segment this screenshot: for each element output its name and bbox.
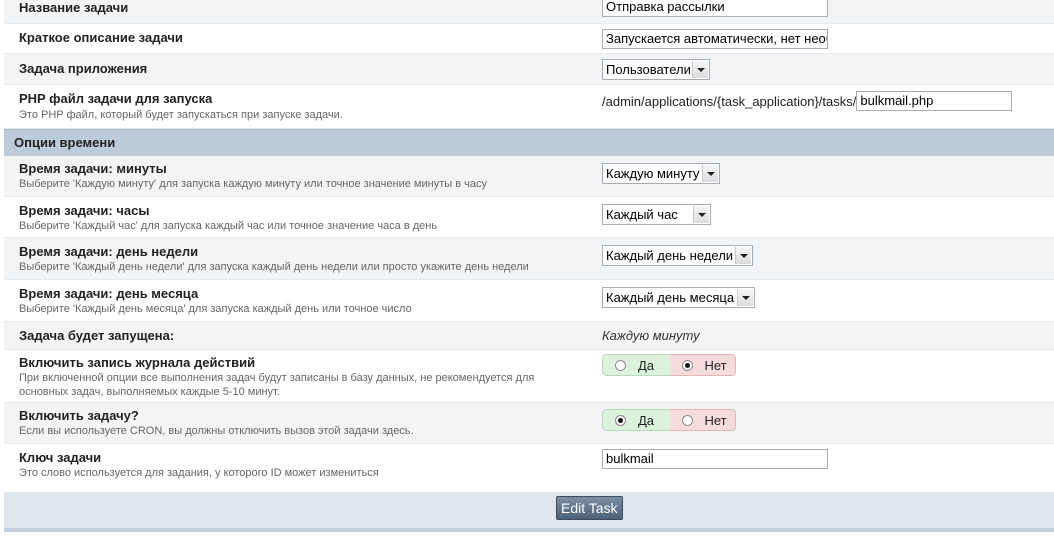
- log-toggle: Да Нет: [602, 354, 736, 376]
- minutes-selected: Каждую минуту: [606, 166, 700, 181]
- will-run-value: Каждую минуту: [602, 328, 700, 343]
- key-label: Ключ задачи: [19, 450, 102, 465]
- task-title-label: Название задачи: [19, 0, 129, 15]
- section-time-options: Опции времени: [4, 129, 1054, 156]
- row-minutes: Время задачи: минуты Выберите 'Каждую ми…: [4, 156, 1054, 197]
- task-title-input[interactable]: Отправка рассылки: [602, 0, 828, 17]
- row-weekday: Время задачи: день недели Выберите 'Кажд…: [4, 238, 1054, 280]
- log-desc-line2: основных задач, выполняемых каждые 5-10 …: [19, 386, 280, 398]
- row-log: Включить запись журнала действий При вкл…: [4, 350, 1054, 403]
- monthday-desc: Выберите 'Каждый день месяца' для запуск…: [19, 303, 412, 315]
- task-desc-input[interactable]: Запускается автоматически, нет необ: [602, 29, 828, 49]
- weekday-desc: Выберите 'Каждый день недели' для запуск…: [19, 261, 529, 273]
- enable-label: Включить задачу?: [19, 408, 139, 423]
- log-no-radio[interactable]: [681, 359, 693, 371]
- task-file-desc: Это PHP файл, который будет запускаться …: [19, 109, 343, 121]
- monthday-select[interactable]: Каждый день месяца: [602, 287, 755, 308]
- log-yes-option[interactable]: Да: [602, 354, 670, 376]
- row-task-title: Название задачи Отправка рассылки: [4, 0, 1054, 24]
- key-desc: Это слово используется для задания, у ко…: [19, 467, 379, 479]
- hours-label: Время задачи: часы: [19, 203, 150, 218]
- minutes-select[interactable]: Каждую минуту: [602, 163, 720, 184]
- hours-select[interactable]: Каждый час: [602, 204, 711, 225]
- chevron-down-icon: [693, 206, 709, 223]
- row-task-app: Задача приложения Пользователи: [4, 54, 1054, 85]
- row-will-run: Задача будет запущена: Каждую минуту: [4, 322, 1054, 350]
- chevron-down-icon: [735, 247, 751, 264]
- monthday-label: Время задачи: день месяца: [19, 286, 199, 301]
- chevron-down-icon: [692, 61, 708, 78]
- row-task-file: PHP файл задачи для запуска Это PHP файл…: [4, 85, 1054, 129]
- weekday-selected: Каждый день недели: [606, 248, 734, 263]
- task-app-selected: Пользователи: [606, 62, 691, 77]
- will-run-label: Задача будет запущена:: [19, 328, 175, 343]
- chevron-down-icon: [737, 289, 753, 306]
- task-file-prefix: /admin/applications/{task_application}/t…: [602, 93, 857, 109]
- enable-no-label: Нет: [704, 412, 727, 428]
- form-footer: Edit Task: [4, 492, 1054, 532]
- enable-yes-label: Да: [638, 412, 655, 428]
- task-app-label: Задача приложения: [19, 61, 148, 76]
- enable-toggle: Да Нет: [602, 409, 736, 431]
- chevron-down-icon: [702, 165, 718, 182]
- minutes-desc: Выберите 'Каждую минуту' для запуска каж…: [19, 178, 487, 190]
- log-yes-label: Да: [638, 357, 655, 373]
- log-no-label: Нет: [704, 357, 727, 373]
- task-file-input[interactable]: bulkmail.php: [856, 91, 1013, 111]
- hours-selected: Каждый час: [606, 207, 678, 222]
- log-yes-radio[interactable]: [615, 359, 626, 371]
- enable-yes-option[interactable]: Да: [602, 409, 670, 431]
- weekday-select[interactable]: Каждый день недели: [602, 245, 753, 266]
- row-monthday: Время задачи: день месяца Выберите 'Кажд…: [4, 280, 1054, 322]
- task-file-label: PHP файл задачи для запуска: [19, 91, 213, 106]
- weekday-label: Время задачи: день недели: [19, 244, 199, 259]
- row-key: Ключ задачи Это слово используется для з…: [4, 444, 1054, 487]
- key-input[interactable]: bulkmail: [602, 449, 828, 469]
- hours-desc: Выберите 'Каждый час' для запуска каждый…: [19, 220, 438, 232]
- enable-no-radio[interactable]: [681, 414, 693, 426]
- row-hours: Время задачи: часы Выберите 'Каждый час'…: [4, 197, 1054, 238]
- log-no-option[interactable]: Нет: [669, 354, 736, 376]
- task-edit-page: Название задачи Отправка рассылки Кратко…: [0, 0, 1054, 540]
- task-form: Название задачи Отправка рассылки Кратко…: [4, 0, 1054, 487]
- enable-yes-radio[interactable]: [615, 414, 626, 426]
- monthday-selected: Каждый день месяца: [606, 290, 735, 305]
- task-desc-label: Краткое описание задачи: [19, 30, 183, 45]
- task-file-control: /admin/applications/{task_application}/t…: [602, 91, 1013, 111]
- section-time-title: Опции времени: [14, 135, 116, 150]
- log-label: Включить запись журнала действий: [19, 355, 256, 370]
- row-enable: Включить задачу? Если вы используете CRO…: [4, 403, 1054, 444]
- enable-desc: Если вы используете CRON, вы должны откл…: [19, 425, 414, 437]
- task-app-select[interactable]: Пользователи: [602, 59, 710, 80]
- row-task-desc: Краткое описание задачи Запускается авто…: [4, 24, 1054, 54]
- edit-task-button[interactable]: Edit Task: [556, 496, 623, 520]
- log-desc-line1: При включенной опции все выполнения зада…: [19, 372, 535, 384]
- minutes-label: Время задачи: минуты: [19, 161, 167, 176]
- enable-no-option[interactable]: Нет: [669, 409, 736, 431]
